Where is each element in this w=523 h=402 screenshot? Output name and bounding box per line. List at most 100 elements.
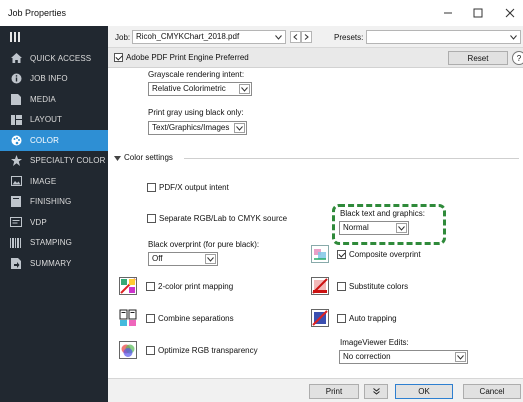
black-text-value: Normal: [343, 223, 369, 232]
substitute-colors-checkbox[interactable]: [337, 282, 346, 291]
star-icon: [10, 155, 22, 167]
sidebar-item-image[interactable]: IMAGE: [0, 171, 108, 192]
separate-rgb-label: Separate RGB/Lab to CMYK source: [159, 214, 288, 223]
black-text-select[interactable]: Normal: [339, 221, 409, 235]
previous-job-button[interactable]: [290, 31, 301, 43]
combine-separations-label: Combine separations: [158, 314, 234, 323]
cancel-button[interactable]: Cancel: [463, 384, 521, 399]
chevron-down-icon: [510, 31, 517, 43]
double-chevron-down-icon: [372, 388, 380, 395]
grayscale-intent-value: Relative Colorimetric: [152, 84, 226, 93]
sidebar-item-label: STAMPING: [30, 238, 72, 248]
sidebar-item-quick-access[interactable]: QUICK ACCESS: [0, 48, 108, 69]
pdf-engine-label: Adobe PDF Print Engine Preferred: [126, 53, 249, 62]
section-title: Color settings: [124, 153, 173, 162]
chevron-down-icon: [114, 156, 121, 161]
combine-separations-checkbox[interactable]: [146, 314, 155, 323]
print-button[interactable]: Print: [309, 384, 359, 399]
black-overprint-value: Off: [152, 254, 163, 263]
print-options-button[interactable]: [364, 384, 388, 399]
job-select[interactable]: Ricoh_CMYKChart_2018.pdf: [132, 30, 286, 44]
sidebar-item-label: IMAGE: [30, 176, 57, 186]
sidebar-item-specialty-color[interactable]: SPECIALTY COLOR: [0, 151, 108, 172]
chevron-down-icon: [239, 84, 250, 94]
chevron-down-icon: [455, 352, 466, 362]
substitute-colors-icon: [311, 277, 329, 295]
color-settings-toggle[interactable]: [114, 154, 121, 163]
close-button[interactable]: [498, 4, 522, 22]
sidebar: QUICK ACCESS JOB INFO MEDIA LAYOUT COLOR…: [0, 26, 108, 402]
sidebar-item-media[interactable]: MEDIA: [0, 89, 108, 110]
engine-row: Adobe PDF Print Engine Preferred Reset ?: [108, 48, 523, 68]
two-color-mapping-icon: [119, 277, 137, 295]
optimize-transparency-icon: [119, 341, 137, 359]
layout-icon: [10, 114, 22, 126]
reset-button[interactable]: Reset: [448, 51, 508, 65]
chevron-down-icon: [275, 31, 282, 43]
pdfx-checkbox[interactable]: [147, 183, 156, 192]
chevron-right-icon: [304, 34, 309, 40]
print-gray-value: Text/Graphics/Images: [152, 123, 230, 132]
sidebar-item-vdp[interactable]: VDP: [0, 212, 108, 233]
barcode-icon: [10, 237, 22, 249]
vdp-icon: [10, 216, 22, 228]
next-job-button[interactable]: [301, 31, 312, 43]
presets-label: Presets:: [334, 33, 364, 42]
imageviewer-label: ImageViewer Edits:: [340, 338, 409, 347]
composite-overprint-label: Composite overprint: [349, 250, 421, 259]
help-icon[interactable]: ?: [512, 51, 523, 65]
pdfx-label: PDF/X output intent: [159, 183, 229, 192]
composite-overprint-checkbox[interactable]: [337, 250, 346, 259]
auto-trapping-checkbox[interactable]: [337, 314, 346, 323]
close-icon: [505, 8, 515, 18]
sidebar-item-label: COLOR: [30, 135, 59, 145]
grayscale-intent-label: Grayscale rendering intent:: [148, 70, 245, 79]
presets-select[interactable]: [366, 30, 521, 44]
columns-icon: [10, 32, 20, 42]
sidebar-item-color[interactable]: COLOR: [0, 130, 108, 151]
image-icon: [10, 175, 22, 187]
sidebar-item-stamping[interactable]: STAMPING: [0, 233, 108, 254]
chevron-down-icon: [205, 254, 216, 264]
black-text-label: Black text and graphics:: [340, 209, 425, 218]
job-select-value: Ricoh_CMYKChart_2018.pdf: [136, 32, 240, 41]
black-overprint-label: Black overprint (for pure black):: [148, 240, 260, 249]
section-divider: [184, 158, 519, 159]
imageviewer-select[interactable]: No correction: [339, 350, 468, 364]
job-label: Job:: [115, 33, 131, 42]
substitute-colors-label: Substitute colors: [349, 282, 409, 291]
sidebar-item-summary[interactable]: SUMMARY: [0, 253, 108, 274]
job-properties-window: Job Properties QUICK ACCESS JOB INFO MED…: [0, 0, 523, 402]
two-color-mapping-label: 2-color print mapping: [158, 282, 234, 291]
title-bar: Job Properties: [0, 0, 523, 26]
sidebar-collapse-button[interactable]: [0, 26, 108, 48]
separate-rgb-checkbox[interactable]: [147, 214, 156, 223]
palette-icon: [10, 134, 22, 146]
summary-icon: [10, 257, 22, 269]
sidebar-item-label: SPECIALTY COLOR: [30, 156, 106, 166]
sidebar-item-label: FINISHING: [30, 197, 72, 207]
ok-button[interactable]: OK: [395, 384, 453, 399]
auto-trapping-label: Auto trapping: [349, 314, 397, 323]
chevron-down-icon: [234, 123, 245, 133]
optimize-transparency-checkbox[interactable]: [146, 346, 155, 355]
sidebar-item-job-info[interactable]: JOB INFO: [0, 69, 108, 90]
sidebar-item-layout[interactable]: LAYOUT: [0, 110, 108, 131]
pdf-engine-checkbox[interactable]: [114, 53, 123, 62]
sidebar-item-label: SUMMARY: [30, 258, 72, 268]
print-gray-select[interactable]: Text/Graphics/Images: [148, 121, 247, 135]
chevron-left-icon: [293, 34, 298, 40]
minimize-button[interactable]: [436, 4, 460, 22]
sidebar-item-label: LAYOUT: [30, 115, 63, 125]
window-title: Job Properties: [8, 8, 67, 18]
sidebar-item-label: JOB INFO: [30, 74, 68, 84]
chevron-down-icon: [396, 223, 407, 233]
two-color-mapping-checkbox[interactable]: [146, 282, 155, 291]
sidebar-item-label: VDP: [30, 217, 47, 227]
minimize-icon: [444, 12, 452, 14]
grayscale-intent-select[interactable]: Relative Colorimetric: [148, 82, 252, 96]
black-overprint-select[interactable]: Off: [148, 252, 218, 266]
sidebar-item-finishing[interactable]: FINISHING: [0, 192, 108, 213]
maximize-button[interactable]: [466, 4, 490, 22]
dialog-button-bar: Print OK Cancel: [108, 378, 523, 402]
